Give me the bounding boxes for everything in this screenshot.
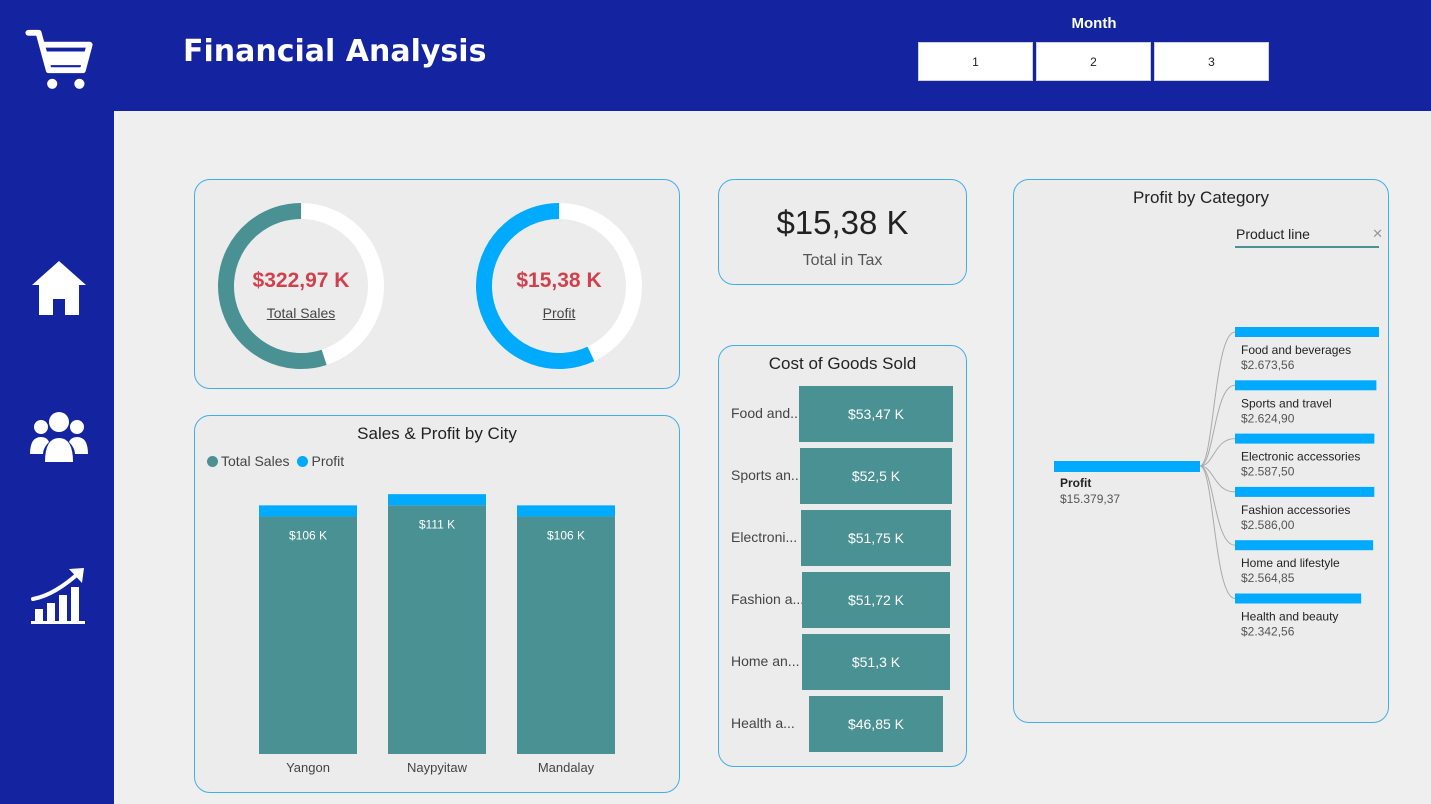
cogs-category-label: Home an... bbox=[731, 653, 800, 669]
home-icon[interactable] bbox=[25, 257, 93, 317]
cogs-row[interactable]: Health a... $46,85 K bbox=[719, 696, 967, 754]
cogs-row[interactable]: Food and... $53,47 K bbox=[719, 386, 967, 444]
profit-bar[interactable] bbox=[388, 494, 486, 506]
tree-connector bbox=[1199, 465, 1236, 546]
tree-node-bar[interactable] bbox=[1235, 327, 1379, 337]
cogs-card[interactable]: Cost of Goods Sold Food and... $53,47 K Sp… bbox=[718, 345, 967, 767]
cogs-row[interactable]: Fashion a... $51,72 K bbox=[719, 572, 967, 630]
tree-node-label: Sports and travel bbox=[1241, 396, 1332, 410]
profit-donut[interactable]: $15,38 K Profit bbox=[473, 200, 645, 372]
tree-node-label: Food and beverages bbox=[1241, 343, 1351, 357]
tree-node-value: $2.342,56 bbox=[1241, 625, 1295, 639]
month-option-1[interactable]: 1 bbox=[918, 42, 1033, 81]
bar-data-label: $106 K bbox=[547, 529, 585, 543]
kpi-donut-card: $322,97 K Total Sales $15,38 K Profit bbox=[194, 179, 680, 389]
tree-node-bar[interactable] bbox=[1235, 433, 1375, 444]
city-chart-card[interactable]: Sales & Profit by City Total Sales Profi… bbox=[194, 415, 680, 793]
users-icon[interactable] bbox=[25, 410, 93, 464]
cogs-row[interactable]: Home an... $51,3 K bbox=[719, 634, 967, 692]
profit-value: $15,38 K bbox=[516, 269, 602, 292]
tree-node-value: $2.586,00 bbox=[1241, 518, 1295, 532]
cogs-category-label: Electroni... bbox=[731, 529, 798, 545]
tree-node-label: Fashion accessories bbox=[1241, 503, 1350, 517]
tree-connector bbox=[1199, 331, 1236, 467]
cogs-bar[interactable]: $52,5 K bbox=[800, 448, 952, 504]
cogs-row[interactable]: Sports an... $52,5 K bbox=[719, 448, 967, 506]
total-sales-bar[interactable] bbox=[517, 516, 615, 754]
total-sales-label: Total Sales bbox=[266, 305, 336, 321]
tree-node-label: Electronic accessories bbox=[1241, 450, 1360, 464]
month-option-3[interactable]: 3 bbox=[1154, 42, 1269, 81]
month-option-2[interactable]: 2 bbox=[1036, 42, 1151, 81]
tree-node-value: $2.624,90 bbox=[1241, 411, 1295, 425]
profit-bar[interactable] bbox=[259, 505, 357, 517]
tree-node-bar[interactable] bbox=[1235, 380, 1377, 391]
cogs-row[interactable]: Electroni... $51,75 K bbox=[719, 510, 967, 568]
city-chart-plot: $106 K Yangon $111 K Naypyitaw $106 K Mandala… bbox=[259, 494, 615, 775]
tax-label: Total in Tax bbox=[802, 252, 883, 269]
cogs-bar[interactable]: $53,47 K bbox=[799, 386, 953, 442]
tree-root-value: $15.379,37 bbox=[1060, 492, 1120, 506]
profit-label: Profit bbox=[542, 305, 576, 321]
tree-root-label: Profit bbox=[1060, 476, 1091, 490]
tax-value: $15,38 K bbox=[776, 204, 909, 241]
total-sales-bar[interactable] bbox=[259, 516, 357, 754]
cogs-category-label: Sports an... bbox=[731, 467, 803, 483]
tax-kpi-card[interactable]: $15,38 K Total in Tax bbox=[718, 179, 967, 285]
x-axis-tick-label: Yangon bbox=[286, 760, 330, 775]
growth-chart-icon[interactable] bbox=[25, 565, 93, 625]
tree-root-bar[interactable] bbox=[1054, 461, 1200, 472]
total-sales-bar[interactable] bbox=[388, 505, 486, 754]
cogs-category-label: Fashion a... bbox=[731, 591, 805, 607]
bar-data-label: $111 K bbox=[419, 517, 455, 531]
tree-node-value: $2.564,85 bbox=[1241, 571, 1295, 585]
tree-node-bar[interactable] bbox=[1235, 540, 1374, 551]
cogs-bar[interactable]: $51,3 K bbox=[802, 634, 950, 690]
tree-connector bbox=[1199, 384, 1236, 467]
x-axis-tick-label: Naypyitaw bbox=[407, 760, 468, 775]
tree-node-label: Health and beauty bbox=[1241, 610, 1338, 624]
tree-node-value: $2.673,56 bbox=[1241, 358, 1295, 372]
total-sales-donut[interactable]: $322,97 K Total Sales bbox=[215, 200, 387, 372]
cogs-bar[interactable]: $51,75 K bbox=[801, 510, 951, 566]
bar-data-label: $106 K bbox=[289, 529, 327, 543]
cogs-bar[interactable]: $51,72 K bbox=[801, 572, 951, 628]
tree-node-bar[interactable] bbox=[1235, 593, 1362, 604]
cogs-title: Cost of Goods Sold bbox=[768, 354, 917, 373]
profit-bar[interactable] bbox=[517, 505, 615, 517]
tree-node-bar[interactable] bbox=[1235, 486, 1375, 497]
profit-category-card[interactable]: Profit by Category Product line ✕ Profit… bbox=[1013, 179, 1389, 723]
sidebar bbox=[0, 0, 114, 804]
cogs-category-label: Health a... bbox=[731, 715, 795, 731]
month-slicer-label: Month bbox=[1071, 15, 1117, 32]
tree-node-value: $2.587,50 bbox=[1241, 465, 1295, 479]
cart-icon[interactable] bbox=[25, 20, 93, 100]
total-sales-value: $322,97 K bbox=[252, 269, 350, 292]
tree-connector bbox=[1199, 465, 1236, 599]
cogs-category-label: Food and... bbox=[731, 405, 802, 421]
page-title: Financial Analysis bbox=[183, 34, 487, 69]
x-axis-tick-label: Mandalay bbox=[538, 760, 595, 775]
cogs-bar[interactable]: $46,85 K bbox=[808, 696, 944, 752]
decomposition-tree: Profit $15.379,37 Food and beverages$2.673… bbox=[1054, 327, 1379, 639]
tree-node-label: Home and lifestyle bbox=[1241, 556, 1340, 570]
